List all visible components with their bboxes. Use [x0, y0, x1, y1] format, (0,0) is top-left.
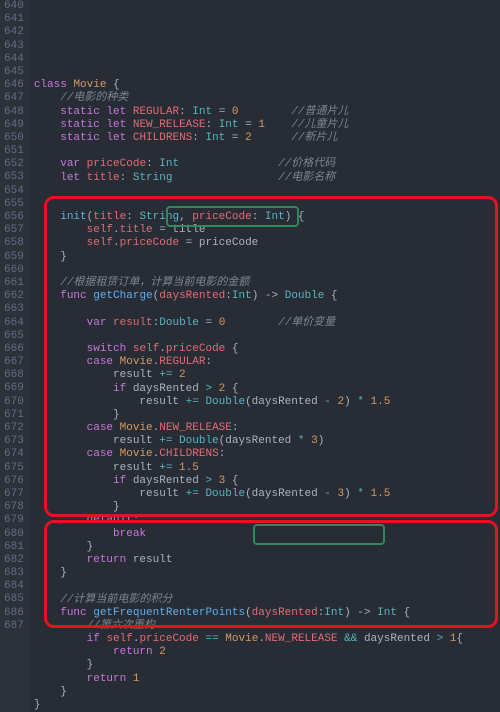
line-number: 687 [4, 620, 24, 633]
line-number: 665 [4, 330, 24, 343]
line-number: 674 [4, 448, 24, 461]
line-number: 673 [4, 435, 24, 448]
code-line[interactable]: } [34, 251, 496, 264]
line-number: 662 [4, 290, 24, 303]
line-number: 668 [4, 369, 24, 382]
code-line[interactable]: self.title = title [34, 224, 496, 237]
code-line[interactable]: result += 1.5 [34, 462, 496, 475]
code-line[interactable]: if daysRented > 2 { [34, 383, 496, 396]
line-number: 684 [4, 580, 24, 593]
code-line[interactable]: //计算当前电影的积分 [34, 594, 496, 607]
code-editor: 6406416426436446456466476486496506516526… [0, 0, 500, 712]
line-number: 671 [4, 409, 24, 422]
code-line[interactable]: break [34, 528, 496, 541]
code-line[interactable]: result += Double(daysRented - 3) * 1.5 [34, 488, 496, 501]
code-line[interactable]: } [34, 501, 496, 514]
code-line[interactable]: static let CHILDRENS: Int = 2 //新片儿 [34, 132, 496, 145]
code-line[interactable]: var priceCode: Int //价格代码 [34, 158, 496, 171]
code-line[interactable]: var result:Double = 0 //单价变量 [34, 317, 496, 330]
code-line[interactable]: return result [34, 554, 496, 567]
line-number: 657 [4, 224, 24, 237]
line-number: 655 [4, 198, 24, 211]
code-line[interactable]: init(title: String, priceCode: Int) { [34, 211, 496, 224]
code-line[interactable]: switch self.priceCode { [34, 343, 496, 356]
code-line[interactable]: func getFrequentRenterPoints(daysRented:… [34, 607, 496, 620]
line-number: 675 [4, 462, 24, 475]
code-line[interactable] [34, 580, 496, 593]
line-number: 640 [4, 0, 24, 13]
code-line[interactable]: result += Double(daysRented * 3) [34, 435, 496, 448]
line-number: 659 [4, 251, 24, 264]
line-number: 642 [4, 26, 24, 39]
code-line[interactable]: static let REGULAR: Int = 0 //普通片儿 [34, 106, 496, 119]
line-number: 672 [4, 422, 24, 435]
line-number: 649 [4, 119, 24, 132]
line-number: 664 [4, 317, 24, 330]
code-line[interactable]: result += Double(daysRented - 2) * 1.5 [34, 396, 496, 409]
code-line[interactable]: } [34, 699, 496, 712]
line-number: 653 [4, 171, 24, 184]
line-number: 650 [4, 132, 24, 145]
code-line[interactable]: self.priceCode = priceCode [34, 237, 496, 250]
line-number: 651 [4, 145, 24, 158]
line-number: 679 [4, 514, 24, 527]
line-number: 656 [4, 211, 24, 224]
line-number: 677 [4, 488, 24, 501]
code-line[interactable]: } [34, 541, 496, 554]
line-number: 666 [4, 343, 24, 356]
line-number: 669 [4, 382, 24, 395]
line-number: 643 [4, 40, 24, 53]
code-line[interactable] [34, 185, 496, 198]
code-line[interactable]: default: [34, 514, 496, 527]
code-line[interactable] [34, 198, 496, 211]
code-line[interactable]: } [34, 567, 496, 580]
code-line[interactable]: class Movie { [34, 79, 496, 92]
code-line[interactable]: } [34, 659, 496, 672]
code-area[interactable]: class Movie { //电影的种类 static let REGULAR… [30, 0, 500, 712]
line-number: 681 [4, 541, 24, 554]
code-line[interactable]: if daysRented > 3 { [34, 475, 496, 488]
line-number: 654 [4, 185, 24, 198]
line-number: 678 [4, 501, 24, 514]
line-number: 641 [4, 13, 24, 26]
code-line[interactable] [34, 330, 496, 343]
line-number: 670 [4, 396, 24, 409]
line-number: 663 [4, 303, 24, 316]
line-number: 648 [4, 106, 24, 119]
line-number: 658 [4, 237, 24, 250]
line-number: 660 [4, 264, 24, 277]
code-line[interactable] [34, 145, 496, 158]
code-line[interactable]: if self.priceCode == Movie.NEW_RELEASE &… [34, 633, 496, 646]
line-number: 646 [4, 79, 24, 92]
code-line[interactable]: let title: String //电影名称 [34, 172, 496, 185]
code-line[interactable]: static let NEW_RELEASE: Int = 1 //儿童片儿 [34, 119, 496, 132]
line-number: 686 [4, 607, 24, 620]
line-number: 644 [4, 53, 24, 66]
code-line[interactable]: //根据租赁订单，计算当前电影的金额 [34, 277, 496, 290]
line-number: 680 [4, 528, 24, 541]
code-line[interactable]: case Movie.REGULAR: [34, 356, 496, 369]
line-number: 645 [4, 66, 24, 79]
code-line[interactable]: return 1 [34, 673, 496, 686]
line-number: 683 [4, 567, 24, 580]
line-number: 676 [4, 475, 24, 488]
code-line[interactable]: } [34, 409, 496, 422]
line-number: 647 [4, 92, 24, 105]
line-number: 661 [4, 277, 24, 290]
code-line[interactable]: func getCharge(daysRented:Int) -> Double… [34, 290, 496, 303]
line-number-gutter: 6406416426436446456466476486496506516526… [0, 0, 30, 712]
code-line[interactable]: //第六次重构 [34, 620, 496, 633]
line-number: 682 [4, 554, 24, 567]
line-number: 652 [4, 158, 24, 171]
code-line[interactable] [34, 303, 496, 316]
code-line[interactable]: case Movie.CHILDRENS: [34, 448, 496, 461]
code-line[interactable]: //电影的种类 [34, 92, 496, 105]
code-line[interactable] [34, 264, 496, 277]
line-number: 685 [4, 593, 24, 606]
code-line[interactable]: case Movie.NEW_RELEASE: [34, 422, 496, 435]
code-line[interactable]: result += 2 [34, 369, 496, 382]
code-line[interactable]: return 2 [34, 646, 496, 659]
line-number: 667 [4, 356, 24, 369]
code-line[interactable]: } [34, 686, 496, 699]
